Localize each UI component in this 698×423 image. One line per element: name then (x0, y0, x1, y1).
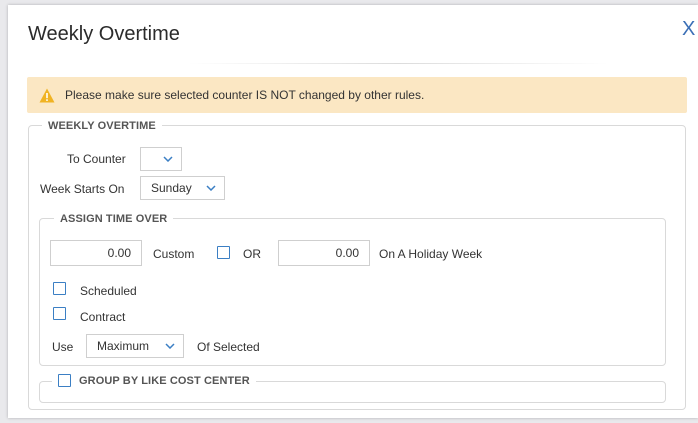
hours-input[interactable]: 0.00 (50, 240, 142, 266)
warning-banner: Please make sure selected counter IS NOT… (27, 77, 687, 113)
contract-label: Contract (80, 310, 126, 324)
use-value: Maximum (97, 339, 150, 353)
chevron-down-icon (163, 156, 173, 162)
use-select[interactable]: Maximum (86, 334, 184, 358)
warning-text: Please make sure selected counter IS NOT… (65, 88, 425, 102)
to-counter-select[interactable] (140, 147, 182, 171)
dialog-title: Weekly Overtime (28, 23, 180, 45)
chevron-down-icon (165, 343, 175, 349)
custom-checkbox[interactable] (217, 246, 230, 259)
weekly-overtime-legend: WEEKLY OVERTIME (42, 120, 162, 132)
or-label: OR (243, 247, 261, 261)
week-starts-value: Sunday (151, 181, 192, 195)
group-by-label: GROUP BY LIKE COST CENTER (79, 374, 250, 387)
to-counter-label: To Counter (67, 152, 126, 166)
assign-time-over-legend: ASSIGN TIME OVER (54, 213, 174, 225)
close-icon[interactable]: X (682, 19, 695, 39)
group-by-legend: GROUP BY LIKE COST CENTER (52, 374, 256, 387)
holiday-week-label: On A Holiday Week (379, 247, 483, 261)
weekly-overtime-dialog: Weekly Overtime X Please make sure selec… (8, 5, 698, 418)
scheduled-label: Scheduled (80, 284, 137, 298)
chevron-down-icon (206, 185, 216, 191)
warning-icon (39, 88, 55, 102)
use-label: Use (52, 340, 74, 354)
contract-checkbox[interactable] (53, 307, 66, 320)
group-by-checkbox[interactable] (58, 374, 71, 387)
week-starts-select[interactable]: Sunday (140, 176, 225, 200)
scheduled-checkbox[interactable] (53, 282, 66, 295)
of-selected-label: Of Selected (197, 340, 260, 354)
week-starts-label: Week Starts On (40, 182, 125, 196)
custom-label: Custom (153, 247, 195, 261)
title-divider (188, 63, 608, 64)
holiday-hours-input[interactable]: 0.00 (278, 240, 370, 266)
